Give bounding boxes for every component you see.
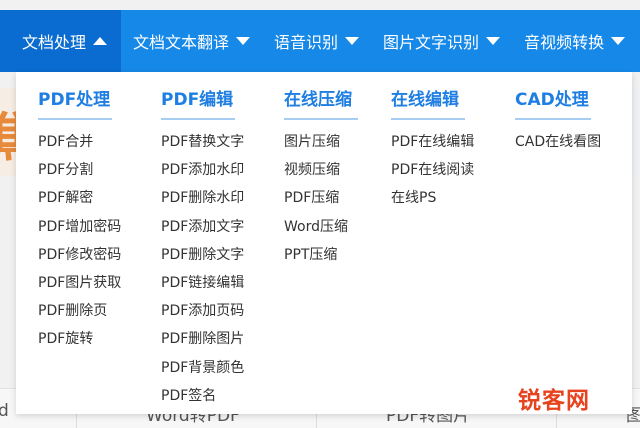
menu-item[interactable]: CAD在线看图 [515, 128, 601, 156]
nav-item-speech-recognition[interactable]: 语音识别 [262, 10, 371, 72]
menu-item[interactable]: Word压缩 [284, 213, 358, 241]
column-divider [284, 118, 358, 120]
column-header[interactable]: 在线压缩 [284, 88, 358, 118]
column-divider [161, 118, 235, 120]
menu-item[interactable]: PDF添加水印 [161, 156, 244, 184]
menu-item[interactable]: PDF签名 [161, 382, 235, 410]
chevron-down-icon [486, 37, 501, 45]
menu-item[interactable]: PPT压缩 [284, 241, 358, 269]
nav-item-image-ocr[interactable]: 图片文字识别 [371, 10, 512, 72]
menu-item[interactable]: PDF分割 [38, 156, 112, 184]
chevron-down-icon [236, 37, 251, 45]
menu-column-pdf-editing: PDF编辑 PDF替换文字 PDF添加水印 PDF删除水印 PDF添加文字 PD… [161, 88, 244, 410]
menu-item[interactable]: PDF在线阅读 [391, 156, 474, 184]
menu-item[interactable]: PDF在线编辑 [391, 128, 474, 156]
menu-item[interactable]: PDF删除图片 [161, 325, 244, 353]
menu-item[interactable]: PDF替换文字 [161, 128, 244, 156]
menu-item[interactable]: PDF解密 [38, 184, 112, 212]
nav-item-label: 文档处理 [22, 33, 87, 52]
top-navigation: 文档处理 文档文本翻译 语音识别 图片文字识别 音视频转换 论 [0, 10, 640, 72]
column-divider [391, 118, 465, 120]
column-header[interactable]: PDF编辑 [161, 88, 235, 118]
column-header[interactable]: CAD处理 [515, 88, 591, 118]
menu-column-online-compression: 在线压缩 图片压缩 视频压缩 PDF压缩 Word压缩 PPT压缩 [284, 88, 358, 269]
menu-item[interactable]: PDF合并 [38, 128, 112, 156]
column-header[interactable]: PDF处理 [38, 88, 112, 118]
menu-item[interactable]: PDF压缩 [284, 184, 358, 212]
menu-item[interactable]: PDF删除页 [38, 297, 112, 325]
chevron-up-icon [93, 37, 108, 45]
watermark-logo: 锐客网 [518, 388, 590, 414]
menu-item[interactable]: PDF旋转 [38, 325, 112, 353]
menu-item[interactable]: PDF删除文字 [161, 241, 244, 269]
nav-item-document-translation[interactable]: 文档文本翻译 [121, 10, 262, 72]
column-divider [515, 118, 591, 120]
menu-item[interactable]: PDF背景颜色 [161, 354, 244, 382]
chevron-down-icon [345, 37, 360, 45]
chevron-down-icon [611, 37, 626, 45]
column-divider [38, 118, 112, 120]
menu-item[interactable]: 视频压缩 [284, 156, 358, 184]
menu-item[interactable]: PDF删除水印 [161, 184, 244, 212]
menu-column-online-editing: 在线编辑 PDF在线编辑 PDF在线阅读 在线PS [391, 88, 474, 213]
column-header[interactable]: 在线编辑 [391, 88, 465, 118]
menu-item[interactable]: 在线PS [391, 184, 465, 212]
menu-item[interactable]: PDF修改密码 [38, 241, 121, 269]
menu-column-cad-processing: CAD处理 CAD在线看图 [515, 88, 601, 156]
menu-item[interactable]: PDF添加页码 [161, 297, 244, 325]
menu-item[interactable]: PDF增加密码 [38, 213, 121, 241]
menu-item[interactable]: PDF链接编辑 [161, 269, 244, 297]
nav-item-label: 文档文本翻译 [133, 33, 230, 52]
card-label[interactable]: d [0, 401, 9, 421]
nav-item-label: 音视频转换 [524, 33, 605, 52]
menu-item[interactable]: PDF添加文字 [161, 213, 244, 241]
nav-item-media-conversion[interactable]: 音视频转换 [512, 10, 637, 72]
nav-item-label: 语音识别 [274, 33, 339, 52]
nav-item-document-processing[interactable]: 文档处理 [0, 10, 122, 72]
menu-column-pdf-processing: PDF处理 PDF合并 PDF分割 PDF解密 PDF增加密码 PDF修改密码 … [38, 88, 121, 354]
dropdown-menu: PDF处理 PDF合并 PDF分割 PDF解密 PDF增加密码 PDF修改密码 … [16, 72, 632, 414]
menu-item[interactable]: PDF图片获取 [38, 269, 121, 297]
nav-item-label: 图片文字识别 [383, 33, 480, 52]
menu-item[interactable]: 图片压缩 [284, 128, 358, 156]
